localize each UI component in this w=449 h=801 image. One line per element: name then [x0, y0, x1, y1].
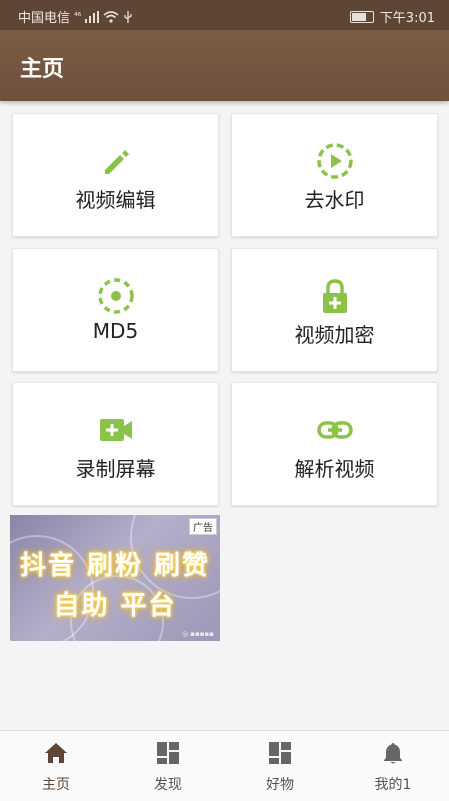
wifi-icon	[103, 10, 119, 23]
nav-label: 主页	[42, 777, 70, 793]
card-video-edit[interactable]: 视频编辑	[12, 113, 219, 237]
ad-banner[interactable]: 广告 抖音 刷粉 刷赞 自助 平台 ◎ ▪▪▪▪▪	[10, 515, 220, 641]
nav-item-mine[interactable]: 我的1	[337, 731, 449, 801]
signal-icon: ⁴⁶	[74, 11, 82, 22]
ad-subheadline: 自助 平台	[53, 591, 177, 621]
bottom-nav: 主页 发现 好物 我的1	[0, 730, 449, 801]
lock-plus-icon	[323, 279, 347, 313]
signal-bars-icon	[85, 10, 100, 23]
card-screen-record[interactable]: 录制屏幕	[12, 382, 219, 506]
card-label: 录制屏幕	[75, 457, 156, 481]
card-parse-video[interactable]: 解析视频	[231, 382, 438, 506]
nav-item-home[interactable]: 主页	[0, 731, 112, 801]
card-label: 去水印	[304, 188, 365, 212]
card-video-encrypt[interactable]: 视频加密	[231, 248, 438, 372]
status-time: 下午3:01	[379, 11, 435, 26]
card-label: 视频加密	[294, 323, 375, 347]
card-label: MD5	[92, 319, 139, 343]
nav-label: 我的1	[374, 777, 412, 793]
card-md5[interactable]: MD5	[12, 248, 219, 372]
card-label: 解析视频	[294, 457, 375, 481]
home-icon	[45, 743, 67, 763]
target-dashed-icon	[98, 278, 134, 314]
nav-label: 好物	[266, 777, 294, 793]
bell-icon	[384, 743, 402, 764]
nav-item-goods[interactable]: 好物	[224, 731, 336, 801]
app-bar: 主页	[0, 30, 449, 101]
nav-label: 发现	[154, 777, 182, 793]
ad-headline: 抖音 刷粉 刷赞	[19, 551, 211, 581]
grid-icon	[157, 742, 179, 764]
page-title: 主页	[20, 57, 65, 82]
battery-icon	[349, 10, 374, 23]
pencil-icon	[105, 150, 129, 174]
card-label: 视频编辑	[75, 188, 156, 212]
status-bar: 中国电信 ⁴⁶ 下午3:01	[0, 0, 449, 30]
ad-badge: 广告	[189, 518, 217, 535]
ad-watermark: ◎ ▪▪▪▪▪	[181, 630, 214, 638]
link-icon	[317, 421, 353, 439]
play-circle-icon	[317, 143, 353, 179]
video-plus-icon	[100, 419, 132, 441]
nav-item-discover[interactable]: 发现	[112, 731, 224, 801]
card-remove-watermark[interactable]: 去水印	[231, 113, 438, 237]
carrier-label: 中国电信	[18, 11, 71, 26]
grid-icon	[269, 742, 291, 764]
usb-icon	[124, 10, 132, 23]
